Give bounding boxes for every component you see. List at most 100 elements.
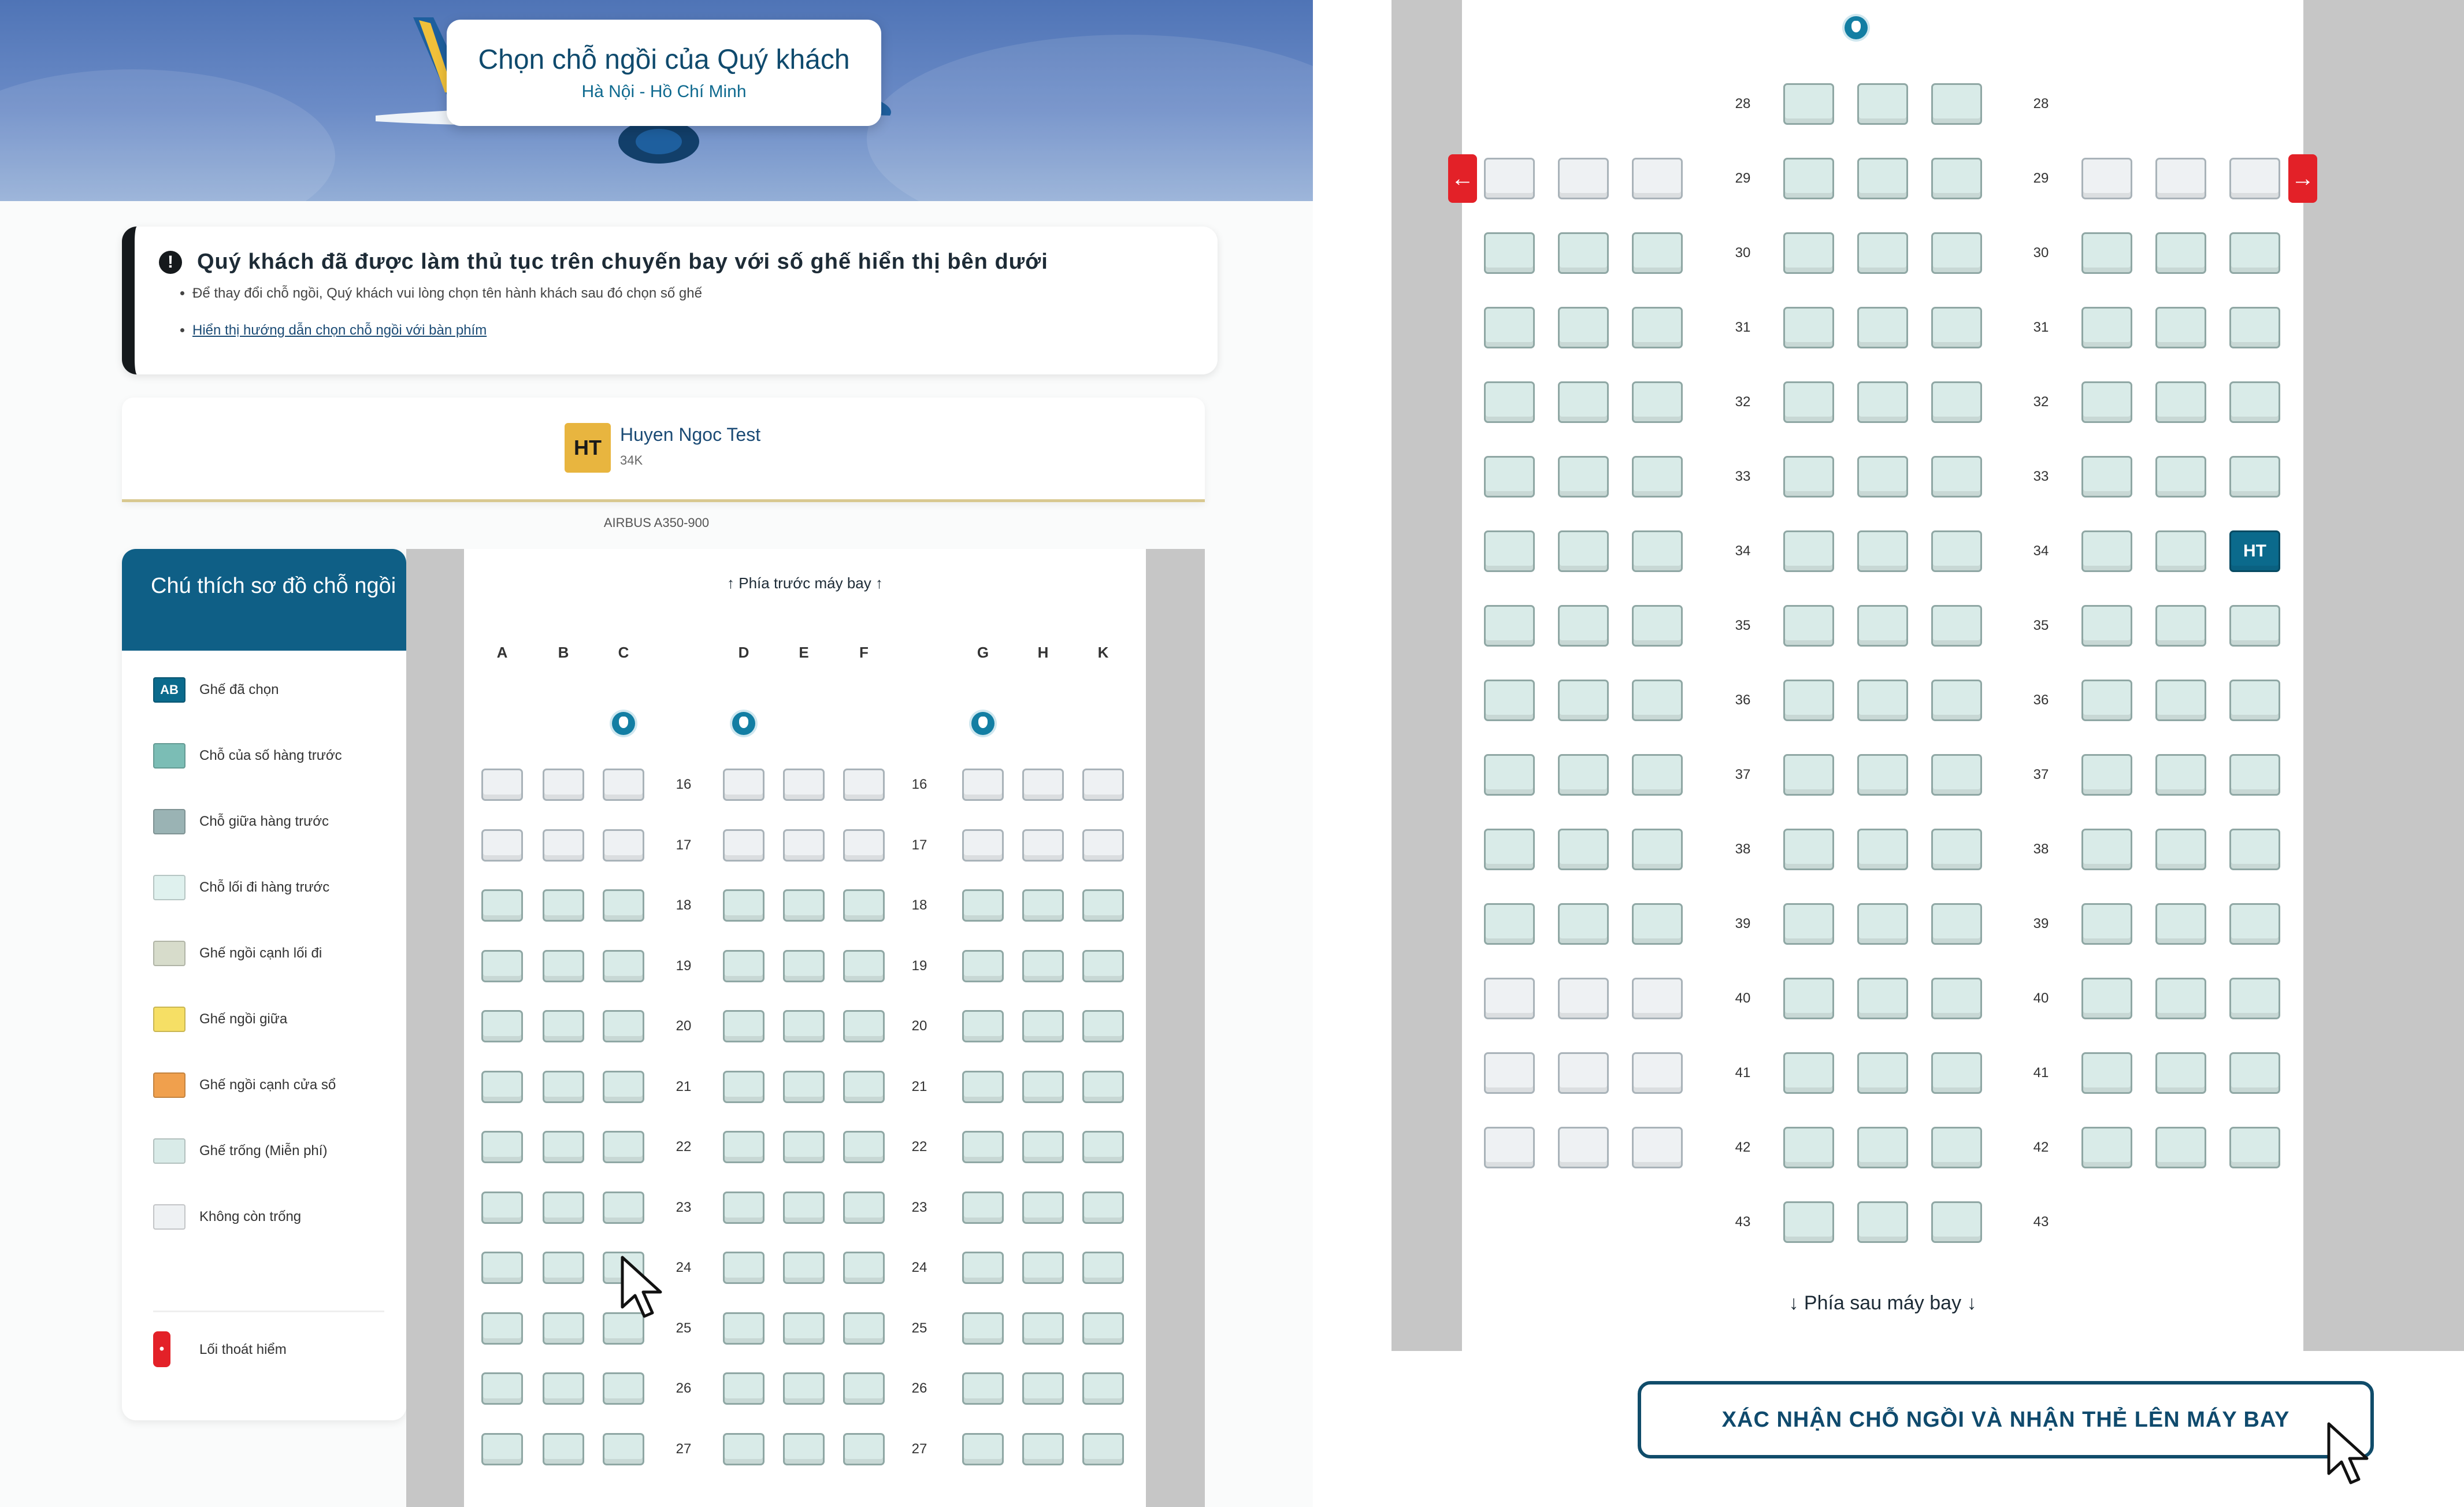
seat-34F[interactable] [1931,530,1982,572]
seat-34E[interactable] [1857,530,1908,572]
seat-16G[interactable] [962,769,1004,801]
seat-36C[interactable] [1632,680,1683,721]
seat-35A[interactable] [1484,605,1535,647]
seat-21F[interactable] [843,1070,885,1103]
seat-32E[interactable] [1857,381,1908,423]
seat-30D[interactable] [1783,232,1834,274]
seat-42K[interactable] [2229,1127,2280,1168]
seat-35E[interactable] [1857,605,1908,647]
seat-20C[interactable] [603,1010,644,1042]
seat-26E[interactable] [783,1372,825,1405]
seat-38C[interactable] [1632,829,1683,870]
seat-30C[interactable] [1632,232,1683,274]
seat-36G[interactable] [2081,680,2132,721]
seat-41E[interactable] [1857,1052,1908,1094]
seat-37F[interactable] [1931,754,1982,796]
seat-27K[interactable] [1082,1432,1124,1465]
seat-33E[interactable] [1857,456,1908,498]
seat-25A[interactable] [481,1312,523,1345]
seat-29K[interactable] [2229,158,2280,199]
seat-43F[interactable] [1931,1201,1982,1243]
seat-41F[interactable] [1931,1052,1982,1094]
seat-17E[interactable] [783,829,825,862]
seat-27A[interactable] [481,1432,523,1465]
keyboard-guide-link[interactable]: Hiển thị hướng dẫn chọn chỗ ngồi với bàn… [192,322,487,338]
seat-19D[interactable] [723,949,765,982]
seat-28E[interactable] [1857,83,1908,125]
seat-25D[interactable] [723,1312,765,1345]
seat-21D[interactable] [723,1070,765,1103]
seat-38E[interactable] [1857,829,1908,870]
seat-30A[interactable] [1484,232,1535,274]
seat-26G[interactable] [962,1372,1004,1405]
passenger-card[interactable]: HT Huyen Ngoc Test 34K [122,398,1205,502]
seat-41H[interactable] [2155,1052,2206,1094]
seat-33D[interactable] [1783,456,1834,498]
seat-30F[interactable] [1931,232,1982,274]
seat-37A[interactable] [1484,754,1535,796]
seat-21C[interactable] [603,1070,644,1103]
seat-20F[interactable] [843,1010,885,1042]
seat-18B[interactable] [543,889,584,922]
seat-22K[interactable] [1082,1131,1124,1163]
seat-38B[interactable] [1558,829,1609,870]
seat-30G[interactable] [2081,232,2132,274]
seat-31D[interactable] [1783,307,1834,348]
seat-25E[interactable] [783,1312,825,1345]
seat-20G[interactable] [962,1010,1004,1042]
seat-40C[interactable] [1632,978,1683,1019]
seat-25G[interactable] [962,1312,1004,1345]
seat-23F[interactable] [843,1191,885,1224]
seat-35B[interactable] [1558,605,1609,647]
seat-41C[interactable] [1632,1052,1683,1094]
seat-20A[interactable] [481,1010,523,1042]
passenger-name[interactable]: Huyen Ngoc Test [620,424,760,446]
seat-42H[interactable] [2155,1127,2206,1168]
seat-29E[interactable] [1857,158,1908,199]
seat-41B[interactable] [1558,1052,1609,1094]
seat-39K[interactable] [2229,903,2280,945]
seat-25F[interactable] [843,1312,885,1345]
seat-43D[interactable] [1783,1201,1834,1243]
seat-20H[interactable] [1022,1010,1064,1042]
seat-42B[interactable] [1558,1127,1609,1168]
seat-16B[interactable] [543,769,584,801]
seat-24K[interactable] [1082,1252,1124,1284]
seat-22B[interactable] [543,1131,584,1163]
seat-16F[interactable] [843,769,885,801]
seat-34B[interactable] [1558,530,1609,572]
seat-40A[interactable] [1484,978,1535,1019]
seat-17C[interactable] [603,829,644,862]
seat-27D[interactable] [723,1432,765,1465]
seat-29C[interactable] [1632,158,1683,199]
seat-19E[interactable] [783,949,825,982]
seat-21A[interactable] [481,1070,523,1103]
seat-27B[interactable] [543,1432,584,1465]
seat-26H[interactable] [1022,1372,1064,1405]
seat-29G[interactable] [2081,158,2132,199]
seat-39A[interactable] [1484,903,1535,945]
seat-43E[interactable] [1857,1201,1908,1243]
seat-37H[interactable] [2155,754,2206,796]
seat-31K[interactable] [2229,307,2280,348]
seat-27G[interactable] [962,1432,1004,1465]
seat-29A[interactable] [1484,158,1535,199]
seat-19F[interactable] [843,949,885,982]
seat-26D[interactable] [723,1372,765,1405]
seat-20K[interactable] [1082,1010,1124,1042]
seat-38H[interactable] [2155,829,2206,870]
seat-35D[interactable] [1783,605,1834,647]
seat-35G[interactable] [2081,605,2132,647]
seat-36F[interactable] [1931,680,1982,721]
seat-18E[interactable] [783,889,825,922]
seat-19B[interactable] [543,949,584,982]
seat-34G[interactable] [2081,530,2132,572]
seat-42G[interactable] [2081,1127,2132,1168]
seat-32B[interactable] [1558,381,1609,423]
seat-23G[interactable] [962,1191,1004,1224]
seat-35K[interactable] [2229,605,2280,647]
seat-31B[interactable] [1558,307,1609,348]
seat-32F[interactable] [1931,381,1982,423]
seat-18G[interactable] [962,889,1004,922]
seat-30K[interactable] [2229,232,2280,274]
